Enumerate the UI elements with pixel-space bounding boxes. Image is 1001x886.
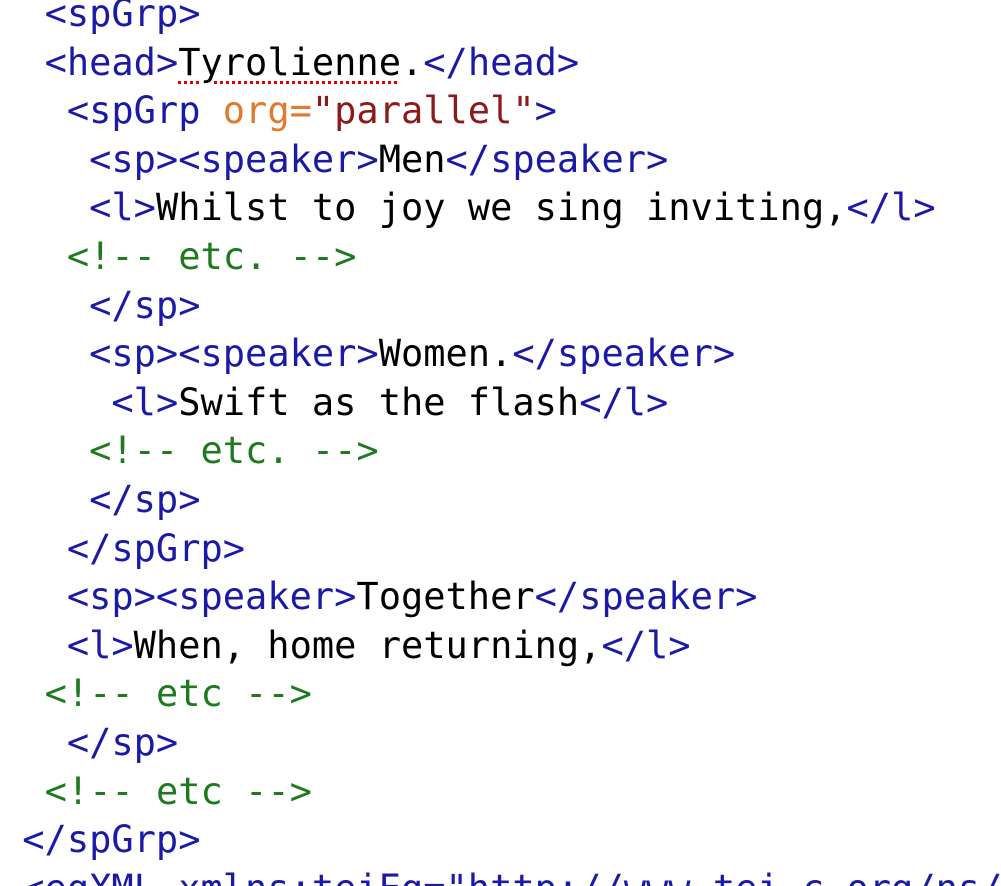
misspelled-word-token: Tyrolienne [178,40,401,84]
code-line[interactable]: <spGrp> [0,0,1001,39]
code-editor[interactable]: <spGrp> <head>Tyrolienne.</head> <spGrp … [0,0,1001,886]
comment-token: <!-- etc. --> [66,234,357,278]
xml-tag-token: <spGrp> [44,0,201,35]
xml-tag-token: </spGrp> [22,818,201,862]
xml-tag-token: <l> [89,186,156,230]
xml-tag-token: </speaker> [534,575,758,619]
code-line[interactable]: </spGrp> [0,525,1001,574]
xml-tag-token: </sp> [89,283,201,327]
xml-tag-token: </l> [846,186,936,230]
code-line[interactable]: <sp><speaker>Men</speaker> [0,136,1001,185]
xml-tag-token: <spGrp [66,89,223,133]
text-token: . [400,40,424,84]
xml-tag-token: <egXML xmlns:teiEg="http://www.tei-c.org… [22,867,1001,886]
comment-token: <!-- etc --> [44,769,312,813]
xml-tag-token: <sp><speaker> [89,332,379,376]
code-line[interactable]: <sp><speaker>Women.</speaker> [0,330,1001,379]
xml-tag-token: </head> [423,40,580,84]
attribute-name-token: org= [222,89,312,133]
xml-tag-token: </sp> [66,720,179,764]
xml-tag-token: <sp><speaker> [89,137,379,181]
code-line[interactable]: <l>Whilst to joy we sing inviting,</l> [0,184,1001,233]
comment-token: <!-- etc. --> [89,429,379,473]
text-token: When, home returning, [133,623,602,667]
code-line[interactable]: <!-- etc. --> [0,427,1001,476]
text-token: Women. [378,332,513,376]
xml-tag-token: <sp><speaker> [66,575,357,619]
code-line[interactable]: </sp> [0,476,1001,525]
xml-tag-token: </sp> [89,477,201,521]
text-token: Whilst to joy we sing inviting, [155,186,847,230]
attribute-value-token: "parallel" [311,89,535,133]
code-line[interactable]: </sp> [0,719,1001,768]
xml-tag-token: </l> [579,380,669,424]
xml-tag-token: <head> [44,40,179,84]
code-line[interactable]: <egXML xmlns:teiEg="http://www.tei-c.org… [0,865,1001,886]
xml-tag-token: </l> [601,623,691,667]
text-token: Swift as the flash [178,380,580,424]
code-line[interactable]: </sp> [0,282,1001,331]
text-token: Together [356,575,535,619]
xml-tag-token: </speaker> [512,332,736,376]
code-line[interactable]: <l>When, home returning,</l> [0,622,1001,671]
code-line[interactable]: <!-- etc. --> [0,233,1001,282]
xml-tag-token: </spGrp> [66,526,246,570]
xml-tag-token: <l> [111,380,179,424]
text-token: Men [378,137,446,181]
xml-tag-token: > [534,89,557,133]
code-line[interactable]: <spGrp org="parallel"> [0,87,1001,136]
code-line[interactable]: </spGrp> [0,816,1001,865]
code-line[interactable]: <!-- etc --> [0,670,1001,719]
code-lines: <spGrp> <head>Tyrolienne.</head> <spGrp … [0,0,1001,886]
comment-token: <!-- etc --> [44,672,312,716]
code-line[interactable]: <sp><speaker>Together</speaker> [0,573,1001,622]
code-line[interactable]: <head>Tyrolienne.</head> [0,39,1001,88]
code-line[interactable]: <l>Swift as the flash</l> [0,379,1001,428]
xml-tag-token: <l> [66,623,134,667]
xml-tag-token: </speaker> [445,137,669,181]
code-line[interactable]: <!-- etc --> [0,768,1001,817]
